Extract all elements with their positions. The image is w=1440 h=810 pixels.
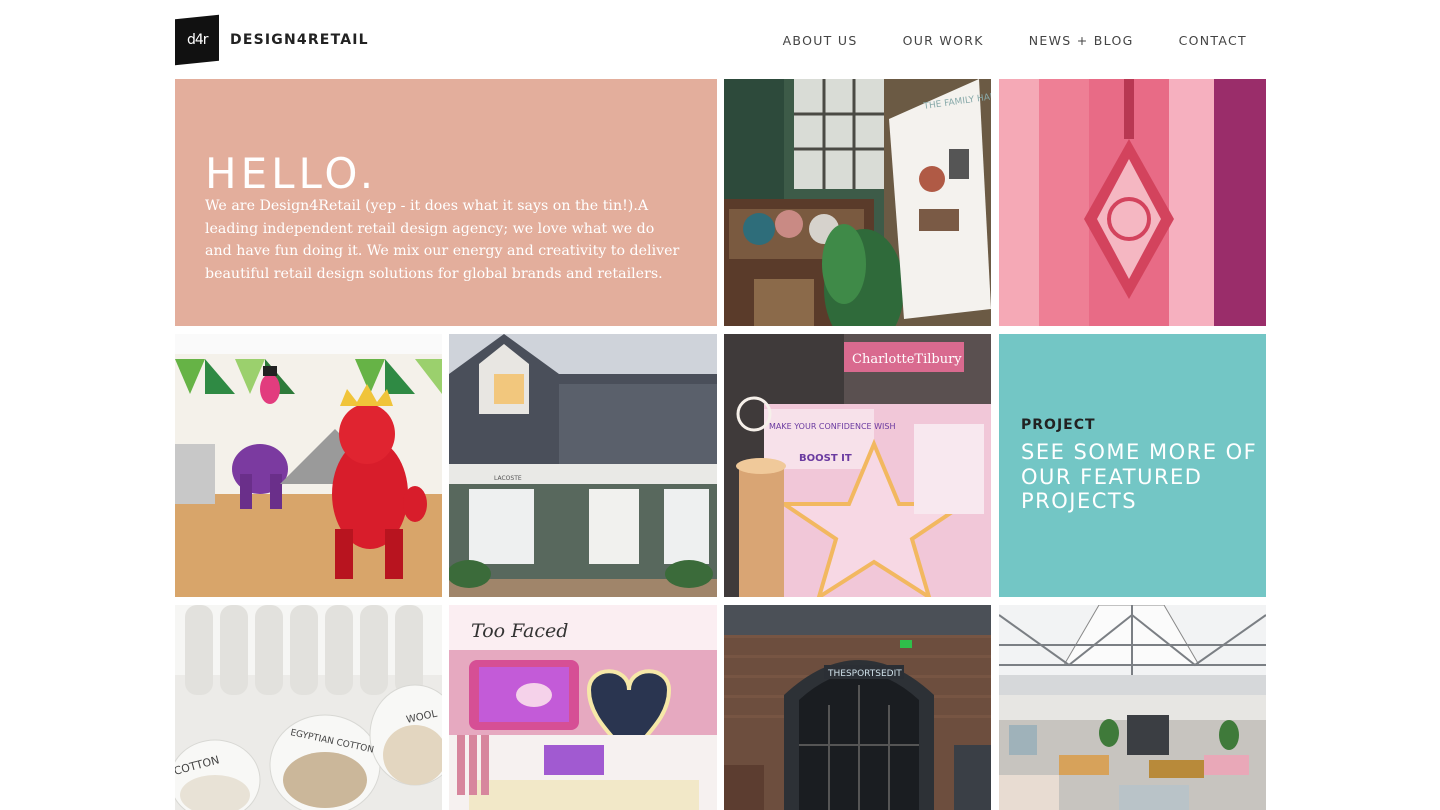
photo-cotton-materials[interactable]: COTTON EGYPTIAN COTTON WOOL (175, 605, 442, 810)
photo-lion-installation[interactable] (175, 334, 442, 597)
nav-news-blog[interactable]: NEWS + BLOG (1029, 33, 1134, 48)
project-kicker: PROJECT (1021, 417, 1096, 433)
photo-sportsedit-store[interactable]: THESPORTSEDIT (724, 605, 991, 810)
charlotte-tilbury-sign: CharlotteTilbury (852, 352, 962, 367)
nav-contact[interactable]: CONTACT (1179, 33, 1247, 48)
logo[interactable]: d4r DESIGN4RETAIL (175, 14, 369, 66)
photo-pink-display[interactable] (999, 79, 1266, 326)
photo-house-interior[interactable] (999, 605, 1266, 810)
featured-projects-tile[interactable]: PROJECT SEE SOME MORE OF OUR FEATURED PR… (999, 334, 1266, 597)
photo-charlotte-tilbury[interactable]: CharlotteTilbury MAKE YOUR CONFIDENCE WI… (724, 334, 991, 597)
photo-lacoste-store[interactable]: LACOSTE (449, 334, 717, 597)
too-faced-sign: Too Faced (471, 620, 568, 642)
sportsedit-sign: THESPORTSEDIT (827, 669, 902, 679)
main-nav: ABOUT US OUR WORK NEWS + BLOG CONTACT (738, 33, 1247, 48)
logo-mark-icon: d4r (175, 14, 219, 66)
lacoste-sign: LACOSTE (494, 475, 522, 482)
nav-our-work[interactable]: OUR WORK (903, 33, 984, 48)
brand-name: DESIGN4RETAIL (230, 32, 369, 48)
hello-intro: We are Design4Retail (yep - it does what… (205, 198, 680, 282)
photo-family-hangout[interactable]: THE FAMILY HANGOUT (724, 79, 991, 326)
confidence-sign: MAKE YOUR CONFIDENCE WISH (769, 422, 896, 431)
photo-too-faced[interactable]: Too Faced (449, 605, 717, 810)
nav-about-us[interactable]: ABOUT US (783, 33, 858, 48)
boost-sign: BOOST IT (799, 453, 852, 464)
hello-title: HELLO. (205, 149, 378, 198)
hello-tile: HELLO. We are Design4Retail (yep - it do… (175, 79, 717, 326)
featured-projects-link[interactable]: SEE SOME MORE OF OUR FEATURED PROJECTS (1021, 440, 1261, 514)
